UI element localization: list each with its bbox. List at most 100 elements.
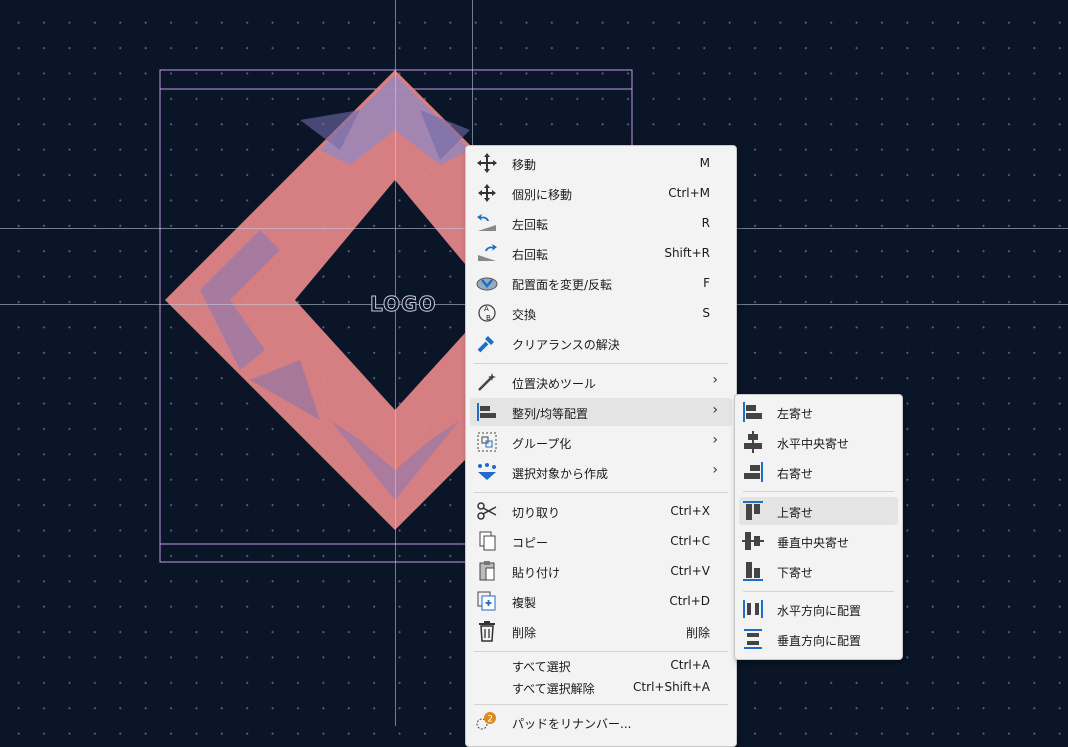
submenu-item-align-center-vertical[interactable]: 垂直中央寄せ: [739, 527, 898, 555]
menu-item-swap[interactable]: AB 交換 S: [470, 299, 732, 327]
menu-item-label: パッドをリナンバー...: [512, 717, 632, 731]
menu-separator: [474, 492, 728, 493]
align-bottom-icon: [743, 562, 763, 581]
menu-item-group[interactable]: グループ化 ›: [470, 428, 732, 456]
submenu-item-label: 左寄せ: [777, 407, 814, 421]
menu-item-shortcut: S: [702, 306, 710, 320]
align-right-icon: [744, 462, 763, 482]
menu-item-create-from-selection[interactable]: 選択対象から作成 ›: [470, 458, 732, 486]
menu-item-label: 右回転: [512, 248, 549, 262]
submenu-item-label: 下寄せ: [777, 566, 814, 580]
menu-item-label: すべて選択解除: [512, 682, 595, 696]
move-icon: [477, 153, 497, 173]
submenu-item-align-right[interactable]: 右寄せ: [739, 458, 898, 486]
menu-item-flip[interactable]: 配置面を変更/反転 F: [470, 269, 732, 297]
menu-item-paste[interactable]: 貼り付け Ctrl+V: [470, 557, 732, 585]
align-center-vertical-icon: [742, 532, 764, 550]
submenu-item-align-left[interactable]: 左寄せ: [739, 398, 898, 426]
submenu-item-distribute-horizontal[interactable]: 水平方向に配置: [739, 595, 898, 623]
menu-item-label: 削除: [512, 626, 537, 640]
menu-item-label: 移動: [512, 158, 537, 172]
align-left-icon: [743, 402, 762, 422]
menu-item-shortcut: F: [703, 276, 710, 290]
menu-item-copy[interactable]: コピー Ctrl+C: [470, 527, 732, 555]
menu-separator: [743, 591, 894, 592]
submenu-item-label: 水平方向に配置: [777, 604, 862, 618]
menu-item-label: 選択対象から作成: [512, 467, 609, 481]
menu-item-clearance[interactable]: クリアランスの解決: [470, 329, 732, 357]
menu-separator: [474, 363, 728, 364]
submenu-item-label: 垂直中央寄せ: [777, 536, 850, 550]
crosshair-vertical: [395, 0, 396, 726]
clearance-icon: [477, 336, 494, 353]
menu-item-label: 整列/均等配置: [512, 407, 589, 421]
chevron-right-icon: ›: [712, 402, 718, 418]
rotate-ccw-icon: [477, 214, 496, 231]
menu-item-shortcut: Ctrl+A: [670, 658, 710, 672]
copy-icon: [479, 531, 496, 551]
align-icon: [477, 403, 496, 421]
menu-item-shortcut: Ctrl+X: [670, 504, 710, 518]
menu-item-label: グループ化: [512, 437, 572, 451]
paste-icon: [479, 561, 495, 581]
chevron-right-icon: ›: [712, 372, 718, 388]
menu-item-label: コピー: [512, 536, 549, 550]
chevron-right-icon: ›: [712, 432, 718, 448]
submenu-item-align-center-horizontal[interactable]: 水平中央寄せ: [739, 428, 898, 456]
menu-separator: [474, 704, 728, 705]
distribute-horizontal-icon: [743, 600, 763, 618]
distribute-vertical-icon: [744, 629, 762, 649]
menu-item-move-individually[interactable]: 個別に移動 Ctrl+M: [470, 179, 732, 207]
delete-icon: [479, 621, 495, 642]
align-top-icon: [743, 501, 763, 520]
menu-item-shortcut: Shift+R: [664, 246, 710, 260]
flip-icon: [476, 277, 498, 291]
menu-item-label: 交換: [512, 308, 537, 322]
menu-item-label: クリアランスの解決: [512, 338, 620, 352]
submenu-item-label: 右寄せ: [777, 467, 814, 481]
group-icon: [477, 432, 497, 452]
renumber-badge: 2: [487, 715, 493, 725]
menu-item-delete[interactable]: 削除 削除: [470, 617, 732, 645]
move-individually-icon: [478, 184, 496, 202]
positioning-tool-icon: [478, 373, 496, 391]
rotate-cw-icon: [478, 244, 497, 261]
menu-item-shortcut: M: [699, 156, 710, 170]
menu-item-positioning-tool[interactable]: 位置決めツール ›: [470, 368, 732, 396]
chevron-right-icon: ›: [712, 462, 718, 478]
menu-item-shortcut: Ctrl+Shift+A: [633, 680, 710, 694]
menu-item-shortcut: 削除: [685, 626, 710, 640]
renumber-pads-icon: 2: [476, 712, 496, 730]
menu-item-cut[interactable]: 切り取り Ctrl+X: [470, 497, 732, 525]
logo-text: LOGO: [369, 292, 437, 317]
duplicate-icon: [477, 591, 496, 611]
menu-item-move[interactable]: 移動 M: [470, 149, 732, 177]
submenu-item-label: 上寄せ: [777, 506, 814, 520]
menu-item-label: 切り取り: [512, 506, 561, 520]
menu-item-label: 左回転: [512, 218, 549, 232]
menu-item-unselect-all[interactable]: すべて選択解除 Ctrl+Shift+A: [470, 675, 732, 699]
menu-item-label: 位置決めツール: [512, 377, 597, 391]
submenu-item-align-bottom[interactable]: 下寄せ: [739, 557, 898, 585]
menu-separator: [474, 651, 728, 652]
submenu-item-label: 水平中央寄せ: [777, 437, 850, 451]
menu-item-label: 個別に移動: [512, 188, 573, 202]
menu-item-select-all[interactable]: すべて選択 Ctrl+A: [470, 653, 732, 677]
context-menu: 移動 M 個別に移動 Ctrl+M 左回転 R 右回転 Shift+R 配置面を…: [465, 145, 737, 747]
menu-item-rotate-cw[interactable]: 右回転 Shift+R: [470, 239, 732, 267]
menu-item-rotate-ccw[interactable]: 左回転 R: [470, 209, 732, 237]
menu-item-renumber-pads[interactable]: 2 パッドをリナンバー...: [470, 708, 732, 736]
menu-item-align[interactable]: 整列/均等配置 ›: [470, 398, 732, 426]
create-from-selection-icon: [478, 463, 496, 480]
align-submenu: 左寄せ 水平中央寄せ 右寄せ 上寄せ 垂直中央寄せ 下寄せ 水平方向に配置 垂直…: [734, 394, 903, 660]
submenu-item-align-top[interactable]: 上寄せ: [739, 497, 898, 525]
submenu-item-distribute-vertical[interactable]: 垂直方向に配置: [739, 625, 898, 653]
menu-item-label: 貼り付け: [512, 566, 561, 580]
menu-item-shortcut: Ctrl+V: [670, 564, 710, 578]
menu-separator: [743, 491, 894, 492]
menu-item-duplicate[interactable]: 複製 Ctrl+D: [470, 587, 732, 615]
align-center-horizontal-icon: [744, 431, 762, 453]
cut-icon: [477, 502, 497, 520]
menu-item-label: すべて選択: [512, 660, 571, 674]
menu-item-shortcut: Ctrl+M: [668, 186, 710, 200]
